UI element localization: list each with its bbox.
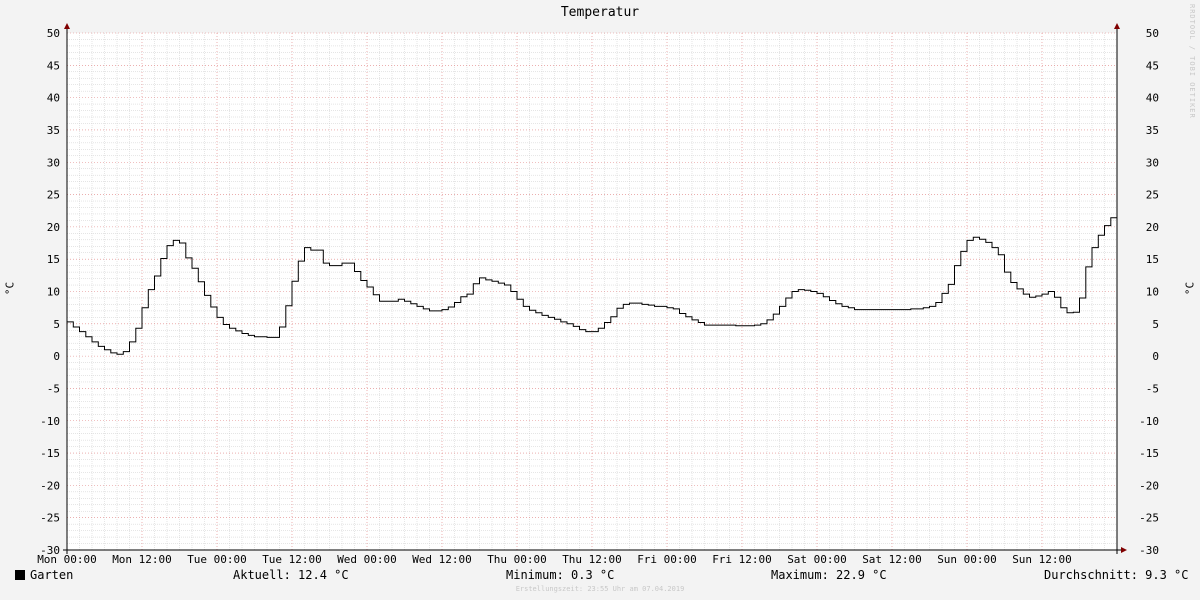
y-tick-label: 30 (47, 156, 60, 169)
y-tick-label: 35 (1146, 124, 1159, 137)
legend-series-name: Garten (30, 568, 74, 582)
y-tick-label: 50 (1146, 27, 1159, 40)
legend-durchschnitt: Durchschnitt: 9.3 °C (1044, 568, 1189, 582)
y-tick-label: -10 (40, 415, 60, 428)
y-tick-label: 45 (47, 59, 60, 72)
legend-maximum: Maximum: 22.9 °C (771, 568, 887, 582)
y-axis-label-right: °C (1183, 281, 1197, 296)
y-tick-label: -15 (40, 447, 60, 460)
footer-timestamp: Erstellungszeit: 23:55 Uhr am 07.04.2019 (515, 585, 685, 593)
y-tick-label: 10 (47, 286, 60, 299)
y-tick-label: 5 (53, 318, 60, 331)
x-tick-label: Tue 00:00 (187, 553, 247, 566)
x-tick-label: Mon 00:00 (37, 553, 97, 566)
chart-title: Temperatur (560, 5, 640, 20)
x-tick-labels: Mon 00:00 Mon 12:00 Tue 00:00 Tue 12:00 Wed … (37, 553, 1072, 566)
x-tick-label: Wed 12:00 (412, 553, 472, 566)
y-tick-label: -10 (1139, 415, 1159, 428)
watermark: RRDTOOL / TOBI OETIKER (1188, 4, 1196, 119)
y-axis-arrow-left (64, 23, 70, 29)
x-tick-label: Tue 12:00 (262, 553, 322, 566)
y-tick-label: 15 (1146, 253, 1159, 266)
y-tick-label: -25 (1139, 512, 1159, 525)
x-axis-arrow (1121, 547, 1127, 553)
y-tick-label: 0 (53, 350, 60, 363)
x-tick-label: Sat 12:00 (862, 553, 922, 566)
y-tick-label: 25 (47, 189, 60, 202)
y-tick-label: 20 (47, 221, 60, 234)
y-tick-label: 10 (1146, 286, 1159, 299)
x-tick-label: Sat 00:00 (787, 553, 847, 566)
y-tick-label: -20 (40, 479, 60, 492)
x-tick-label: Fri 00:00 (637, 553, 697, 566)
y-tick-label: 40 (1146, 92, 1159, 105)
y-tick-label: 0 (1152, 350, 1159, 363)
legend-minimum: Minimum: 0.3 °C (506, 568, 615, 582)
y-tick-label: 20 (1146, 221, 1159, 234)
x-tick-label: Thu 12:00 (562, 553, 622, 566)
y-tick-label: -20 (1139, 479, 1159, 492)
y-tick-labels-right: 50454035302520151050-5-10-15-20-25-30 (1139, 27, 1159, 557)
x-tick-label: Sun 12:00 (1012, 553, 1072, 566)
x-tick-label: Fri 12:00 (712, 553, 772, 566)
y-tick-label: -5 (47, 382, 60, 395)
legend-swatch-garten (15, 570, 25, 580)
y-axis-arrow-right (1114, 23, 1120, 29)
y-tick-label: 50 (47, 27, 60, 40)
y-tick-label: 35 (47, 124, 60, 137)
y-tick-label: -15 (1139, 447, 1159, 460)
y-tick-label: 45 (1146, 59, 1159, 72)
y-tick-label: -25 (40, 512, 60, 525)
x-tick-label: Wed 00:00 (337, 553, 397, 566)
y-tick-labels-left: 50454035302520151050-5-10-15-20-25-30 (40, 27, 60, 557)
rrd-graph: { "title": "Temperatur", "vertical_label… (0, 0, 1200, 600)
y-tick-label: 5 (1152, 318, 1159, 331)
y-axis-label-left: °C (3, 281, 17, 296)
chart-canvas: 50454035302520151050-5-10-15-20-25-30 50… (37, 23, 1159, 566)
x-tick-label: Mon 12:00 (112, 553, 172, 566)
y-tick-label: -30 (1139, 544, 1159, 557)
y-tick-label: 40 (47, 92, 60, 105)
y-tick-label: 15 (47, 253, 60, 266)
legend-aktuell: Aktuell: 12.4 °C (233, 568, 349, 582)
y-tick-label: -5 (1146, 382, 1159, 395)
x-tick-label: Thu 00:00 (487, 553, 547, 566)
y-tick-label: 25 (1146, 189, 1159, 202)
x-tick-label: Sun 00:00 (937, 553, 997, 566)
y-tick-label: 30 (1146, 156, 1159, 169)
